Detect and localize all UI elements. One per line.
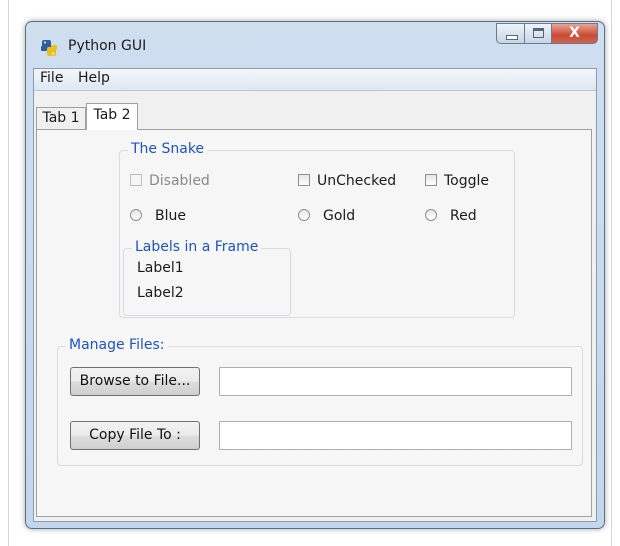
manage-files-frame: Manage Files: Browse to File... Copy Fil… bbox=[57, 337, 583, 466]
app-window: Python GUI X File Help Tab 1 Tab 2 The S… bbox=[25, 21, 605, 529]
radio-gold-button[interactable] bbox=[298, 209, 310, 221]
copy-file-to-button[interactable]: Copy File To : bbox=[70, 421, 200, 450]
label-2: Label2 bbox=[137, 285, 184, 301]
manage-files-legend: Manage Files: bbox=[66, 337, 168, 353]
menu-bar: File Help bbox=[34, 69, 596, 91]
copy-destination-input[interactable] bbox=[219, 421, 572, 450]
label-1: Label1 bbox=[137, 260, 184, 276]
menu-help[interactable]: Help bbox=[74, 70, 114, 86]
radio-gold-label: Gold bbox=[323, 208, 356, 224]
python-app-icon bbox=[41, 40, 57, 56]
caption-buttons: X bbox=[496, 23, 598, 45]
snake-frame: The Snake Disabled UnChecked Toggle Blue… bbox=[119, 141, 515, 318]
tab-2[interactable]: Tab 2 bbox=[86, 103, 138, 130]
snake-frame-legend: The Snake bbox=[128, 141, 208, 157]
radio-red-button[interactable] bbox=[425, 209, 437, 221]
disabled-checkbox-label: Disabled bbox=[149, 173, 210, 189]
maximize-icon bbox=[533, 28, 544, 38]
menu-file[interactable]: File bbox=[36, 70, 67, 86]
toggle-checkbox-box[interactable] bbox=[425, 174, 437, 186]
close-button[interactable]: X bbox=[551, 23, 598, 44]
close-icon: X bbox=[569, 25, 580, 41]
window-title: Python GUI bbox=[68, 38, 147, 54]
radio-blue-label: Blue bbox=[155, 208, 186, 224]
browse-to-file-button[interactable]: Browse to File... bbox=[70, 367, 200, 396]
minimize-icon bbox=[506, 35, 518, 40]
maximize-button[interactable] bbox=[524, 23, 551, 44]
radio-red[interactable]: Red bbox=[425, 208, 477, 224]
toggle-checkbox-label: Toggle bbox=[444, 173, 490, 189]
toggle-checkbox[interactable]: Toggle bbox=[425, 173, 489, 189]
unchecked-checkbox[interactable]: UnChecked bbox=[298, 173, 396, 189]
browse-file-path-input[interactable] bbox=[219, 367, 572, 396]
radio-blue[interactable]: Blue bbox=[130, 208, 186, 224]
radio-gold[interactable]: Gold bbox=[298, 208, 355, 224]
tab-2-panel: The Snake Disabled UnChecked Toggle Blue… bbox=[36, 129, 592, 517]
minimize-button[interactable] bbox=[496, 23, 524, 44]
labels-frame-legend: Labels in a Frame bbox=[132, 239, 262, 255]
disabled-checkbox: Disabled bbox=[130, 173, 210, 189]
unchecked-checkbox-box[interactable] bbox=[298, 174, 310, 186]
client-area: File Help Tab 1 Tab 2 The Snake Disabled… bbox=[33, 68, 597, 522]
radio-red-label: Red bbox=[450, 208, 477, 224]
radio-blue-button[interactable] bbox=[130, 209, 142, 221]
title-bar[interactable]: Python GUI X bbox=[26, 22, 604, 68]
unchecked-checkbox-label: UnChecked bbox=[317, 173, 397, 189]
tab-1[interactable]: Tab 1 bbox=[36, 107, 86, 129]
disabled-checkbox-box bbox=[130, 174, 142, 186]
labels-frame: Labels in a Frame Label1 Label2 bbox=[123, 239, 291, 316]
